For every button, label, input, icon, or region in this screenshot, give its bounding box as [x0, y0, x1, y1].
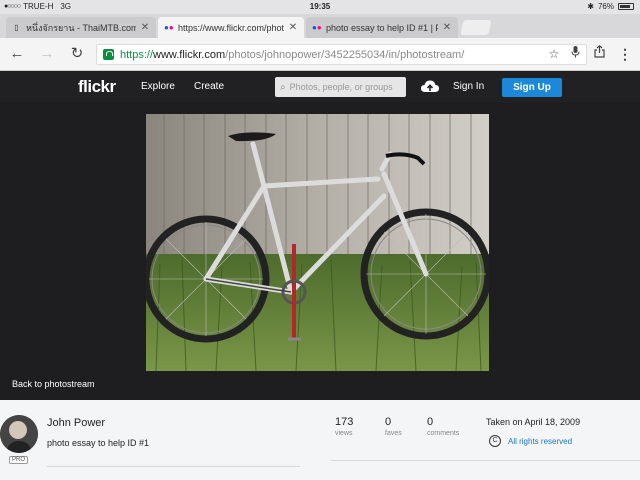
- bluetooth-icon: ✱: [587, 2, 594, 11]
- flickr-header: flickr Explore Create ⌕ Sign In Sign Up: [0, 72, 640, 102]
- explore-link[interactable]: Explore: [141, 81, 175, 92]
- system-indicators: ✱ 76%: [587, 2, 634, 11]
- stat-comments: 0 comments: [427, 416, 459, 437]
- pro-badge: PRO: [9, 456, 29, 464]
- share-icon[interactable]: [590, 45, 608, 63]
- status-bar: ●○○○○ TRUE-H 3G 19:35 ✱ 76%: [0, 0, 640, 14]
- url-scheme: https://: [120, 48, 154, 61]
- clock: 19:35: [309, 2, 331, 11]
- stat-label: comments: [427, 430, 460, 437]
- create-link[interactable]: Create: [194, 81, 224, 92]
- stat-label: faves: [385, 430, 402, 437]
- close-icon[interactable]: ✕: [140, 22, 150, 33]
- address-bar[interactable]: https:// www.flickr.com /photos/johnopow…: [96, 44, 587, 65]
- tab-title: https://www.flickr.com/photos/johnopower…: [178, 22, 284, 33]
- flickr-favicon-icon: ●●: [164, 23, 174, 32]
- star-icon[interactable]: ☆: [546, 45, 562, 64]
- avatar[interactable]: [0, 415, 38, 453]
- sign-up-button[interactable]: Sign Up: [502, 78, 562, 97]
- tab-title: photo essay to help ID #1 | Flickr: [326, 22, 438, 33]
- browser-toolbar: ← → ↻ https:// www.flickr.com /photos/jo…: [0, 38, 640, 71]
- stat-faves: 0 faves: [385, 416, 402, 437]
- close-icon[interactable]: ✕: [442, 22, 452, 33]
- lock-icon: [103, 49, 114, 60]
- stat-value: 0: [385, 416, 392, 428]
- stat-value: 0: [427, 416, 434, 428]
- tab-thaimtb[interactable]: ▯ หนึ่งจักรยาน - ThaiMTB.com ✕: [6, 17, 156, 38]
- reload-icon[interactable]: ↻: [68, 45, 86, 63]
- bicycle-photo[interactable]: [146, 114, 489, 371]
- flickr-logo[interactable]: flickr: [78, 77, 116, 97]
- upload-cloud-icon[interactable]: [420, 78, 440, 96]
- back-to-photostream-link[interactable]: Back to photostream: [12, 379, 95, 389]
- flickr-favicon-icon: ●●: [312, 23, 322, 32]
- menu-icon[interactable]: ⋮: [616, 45, 634, 63]
- photo-info-panel: PRO John Power photo essay to help ID #1…: [0, 400, 640, 480]
- tab-flickr-url[interactable]: ●● https://www.flickr.com/photos/johnopo…: [158, 17, 304, 38]
- search-icon: ⌕: [280, 81, 286, 93]
- sign-in-link[interactable]: Sign In: [453, 81, 484, 92]
- battery-percent: 76%: [597, 2, 614, 11]
- stat-views: 173 views: [335, 416, 353, 437]
- tab-title: หนึ่งจักรยาน - ThaiMTB.com: [26, 22, 136, 33]
- tab-strip: ▯ หนึ่งจักรยาน - ThaiMTB.com ✕ ●● https:…: [0, 14, 640, 38]
- search-box: ⌕: [275, 77, 406, 97]
- battery-icon: [618, 3, 634, 10]
- url-host: www.flickr.com: [153, 48, 226, 61]
- url-path: /photos/johnopower/3452255034/in/photost…: [225, 48, 465, 61]
- forward-arrow-icon[interactable]: →: [38, 45, 56, 63]
- stat-value: 173: [335, 416, 354, 428]
- photo-title: photo essay to help ID #1: [47, 438, 150, 448]
- new-tab-button[interactable]: [460, 20, 492, 35]
- close-icon[interactable]: ✕: [288, 22, 298, 33]
- tab-photo-essay[interactable]: ●● photo essay to help ID #1 | Flickr ✕: [306, 17, 458, 38]
- photo-viewer: Back to photostream: [0, 102, 640, 400]
- back-arrow-icon[interactable]: ←: [8, 45, 26, 63]
- document-icon: ▯: [14, 23, 19, 32]
- divider: [331, 460, 640, 461]
- stat-label: views: [335, 430, 353, 437]
- author-name[interactable]: John Power: [47, 417, 105, 429]
- license[interactable]: C All rights reserved: [489, 435, 572, 447]
- search-input[interactable]: [289, 82, 395, 92]
- microphone-icon[interactable]: [567, 45, 583, 64]
- copyright-icon: C: [489, 435, 501, 447]
- license-label[interactable]: All rights reserved: [508, 437, 572, 446]
- divider: [47, 466, 300, 467]
- taken-date[interactable]: Taken on April 18, 2009: [486, 417, 580, 427]
